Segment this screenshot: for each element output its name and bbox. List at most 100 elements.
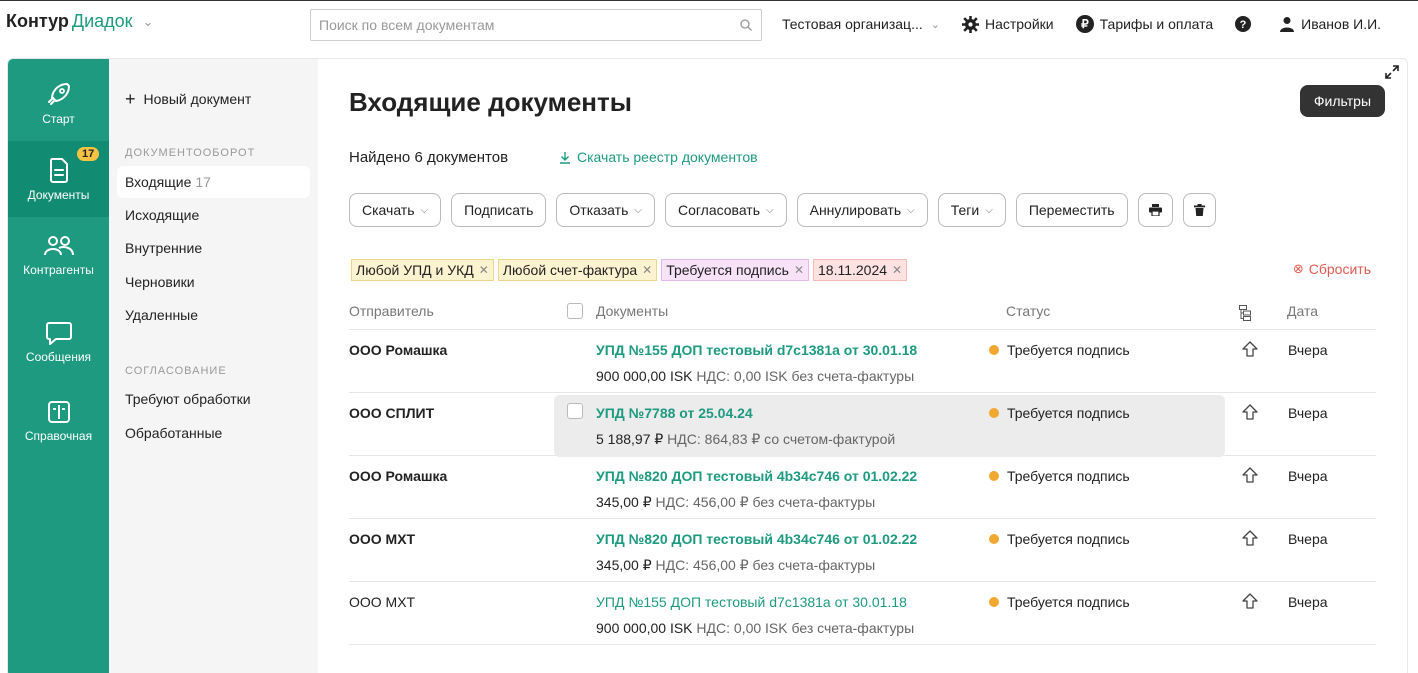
rail-item-start[interactable]: Старт (8, 65, 109, 141)
reset-filters-button[interactable]: ⊗ Сбросить (1293, 261, 1371, 277)
actions-toolbar: Скачать ⌵ Подписать Отказать ⌵ Согласова… (349, 193, 1226, 227)
table-row[interactable]: ООО Ромашка УПД №155 ДОП тестовый d7c138… (349, 330, 1376, 393)
annul-button[interactable]: Аннулировать ⌵ (796, 193, 928, 227)
row-document-link[interactable]: УПД №820 ДОП тестовый 4b34c746 от 01.02.… (596, 531, 917, 547)
filters-button[interactable]: Фильтры (1299, 85, 1385, 117)
row-amount: 345,00 ₽ (596, 557, 652, 573)
close-icon[interactable]: ✕ (794, 263, 804, 277)
row-status: Требуется подпись (989, 468, 1130, 484)
filter-chip[interactable]: Любой УПД и УКД ✕ (351, 259, 494, 281)
chevron-down-icon[interactable]: ⌄ (143, 14, 154, 30)
table-row[interactable]: ООО Ромашка УПД №820 ДОП тестовый 4b34c7… (349, 456, 1376, 519)
org-selector[interactable]: Тестовая организац... ⌄ (782, 16, 940, 32)
nav-item-incoming[interactable]: Входящие 17 (117, 166, 310, 198)
rail-label: Справочная (24, 429, 93, 443)
search-box[interactable] (310, 9, 762, 41)
row-status-label: Требуется подпись (1007, 531, 1130, 547)
app-logo[interactable]: Контур Диадок ⌄ (6, 11, 153, 32)
filter-chip-label: Любой счет-фактура (502, 262, 638, 278)
row-document-details: 345,00 ₽ НДС: 456,00 ₽ без счета-фактуры (596, 557, 875, 574)
download-registry-label: Скачать реестр документов (577, 149, 758, 165)
annul-label: Аннулировать (809, 202, 902, 218)
help-button[interactable]: ? (1235, 16, 1257, 32)
section-heading-approval: СОГЛАСОВАНИЕ (125, 365, 227, 377)
chevron-down-icon: ⌵ (766, 204, 774, 216)
sign-button[interactable]: Подписать (451, 193, 547, 227)
route-icon[interactable] (1241, 466, 1259, 484)
row-status: Требуется подпись (989, 342, 1130, 358)
route-column-icon[interactable] (1239, 305, 1251, 324)
route-icon[interactable] (1241, 403, 1259, 421)
app-panel: Старт 17 Документы Контрагенты Сообщения… (7, 58, 1408, 673)
search-icon[interactable] (739, 18, 753, 32)
reject-label: Отказать (569, 202, 629, 218)
row-document-link[interactable]: УПД №155 ДОП тестовый d7c1381a от 30.01.… (596, 342, 917, 358)
found-count: Найдено 6 документов (349, 149, 509, 166)
brand-name: Контур (6, 11, 69, 31)
row-amount: 345,00 ₽ (596, 494, 652, 510)
expand-icon[interactable] (1385, 65, 1399, 79)
table-row[interactable]: ООО МХТ УПД №155 ДОП тестовый d7c1381a о… (349, 582, 1376, 645)
move-button[interactable]: Переместить (1015, 193, 1128, 227)
chevron-down-icon: ⌵ (634, 204, 642, 216)
nav-item-need-processing[interactable]: Требуют обработки (117, 383, 310, 415)
download-button[interactable]: Скачать ⌵ (349, 193, 442, 227)
row-sender: ООО МХТ (349, 531, 416, 547)
main-content: Входящие документы Фильтры Найдено 6 док… (318, 59, 1407, 673)
close-icon[interactable]: ✕ (892, 263, 902, 277)
document-icon (49, 158, 68, 183)
nav-item-drafts[interactable]: Черновики (117, 266, 310, 298)
people-icon (43, 236, 74, 256)
row-date: Вчера (1288, 468, 1328, 484)
close-icon[interactable]: ✕ (642, 263, 652, 277)
user-name: Иванов И.И. (1301, 16, 1382, 32)
approve-button[interactable]: Согласовать ⌵ (664, 193, 787, 227)
close-icon[interactable]: ✕ (479, 263, 489, 277)
tags-button[interactable]: Теги ⌵ (937, 193, 1006, 227)
rail-item-reference[interactable]: Справочная (8, 383, 109, 459)
filter-chip[interactable]: Требуется подпись ✕ (661, 259, 809, 281)
status-dot-icon (989, 345, 999, 355)
row-status: Требуется подпись (989, 405, 1130, 421)
nav-item-deleted[interactable]: Удаленные (117, 299, 310, 331)
row-vat: НДС: 864,83 ₽ со счетом-фактурой (663, 431, 896, 447)
tariffs-link[interactable]: ₽ Тарифы и оплата (1075, 15, 1213, 33)
row-checkbox[interactable] (567, 403, 583, 422)
search-input[interactable] (319, 17, 739, 33)
main-rail: Старт 17 Документы Контрагенты Сообщения… (8, 59, 109, 673)
select-all-checkbox[interactable] (567, 303, 583, 322)
row-document-link[interactable]: УПД №7788 от 25.04.24 (596, 405, 753, 421)
route-icon[interactable] (1241, 340, 1259, 358)
nav-item-internal[interactable]: Внутренние (117, 232, 310, 264)
row-document-link[interactable]: УПД №820 ДОП тестовый 4b34c746 от 01.02.… (596, 468, 917, 484)
row-status-label: Требуется подпись (1007, 342, 1130, 358)
reject-button[interactable]: Отказать ⌵ (556, 193, 655, 227)
rail-item-contractors[interactable]: Контрагенты (8, 217, 109, 293)
delete-button[interactable] (1182, 193, 1216, 227)
route-icon[interactable] (1241, 592, 1259, 610)
column-header-documents[interactable]: Документы (596, 303, 668, 319)
download-registry-link[interactable]: Скачать реестр документов (559, 149, 758, 165)
nav-item-outgoing[interactable]: Исходящие (117, 199, 310, 231)
rail-label: Документы (27, 188, 90, 202)
column-header-sender[interactable]: Отправитель (349, 303, 434, 319)
row-document-link[interactable]: УПД №155 ДОП тестовый d7c1381a от 30.01.… (596, 594, 907, 610)
filter-chip[interactable]: 18.11.2024 ✕ (813, 259, 908, 281)
column-header-status[interactable]: Статус (1006, 303, 1050, 319)
table-row[interactable]: ООО МХТ УПД №820 ДОП тестовый 4b34c746 о… (349, 519, 1376, 582)
filter-chip[interactable]: Любой счет-фактура ✕ (497, 259, 658, 281)
row-status-label: Требуется подпись (1007, 468, 1130, 484)
rail-item-messages[interactable]: Сообщения (8, 303, 109, 379)
row-document-details: 345,00 ₽ НДС: 456,00 ₽ без счета-фактуры (596, 494, 875, 511)
rail-item-documents[interactable]: 17 Документы (8, 141, 109, 217)
new-document-button[interactable]: + Новый документ (125, 90, 251, 108)
route-icon[interactable] (1241, 529, 1259, 547)
column-header-date[interactable]: Дата (1287, 303, 1318, 319)
row-sender: ООО МХТ (349, 594, 416, 610)
table-row[interactable]: ООО СПЛИТ УПД №7788 от 25.04.24 5 188,97… (349, 393, 1376, 457)
print-button[interactable] (1137, 193, 1173, 227)
nav-item-processed[interactable]: Обработанные (117, 417, 310, 449)
user-menu[interactable]: Иванов И.И. (1279, 16, 1381, 32)
reset-icon: ⊗ (1292, 261, 1304, 276)
settings-link[interactable]: Настройки (961, 15, 1054, 33)
